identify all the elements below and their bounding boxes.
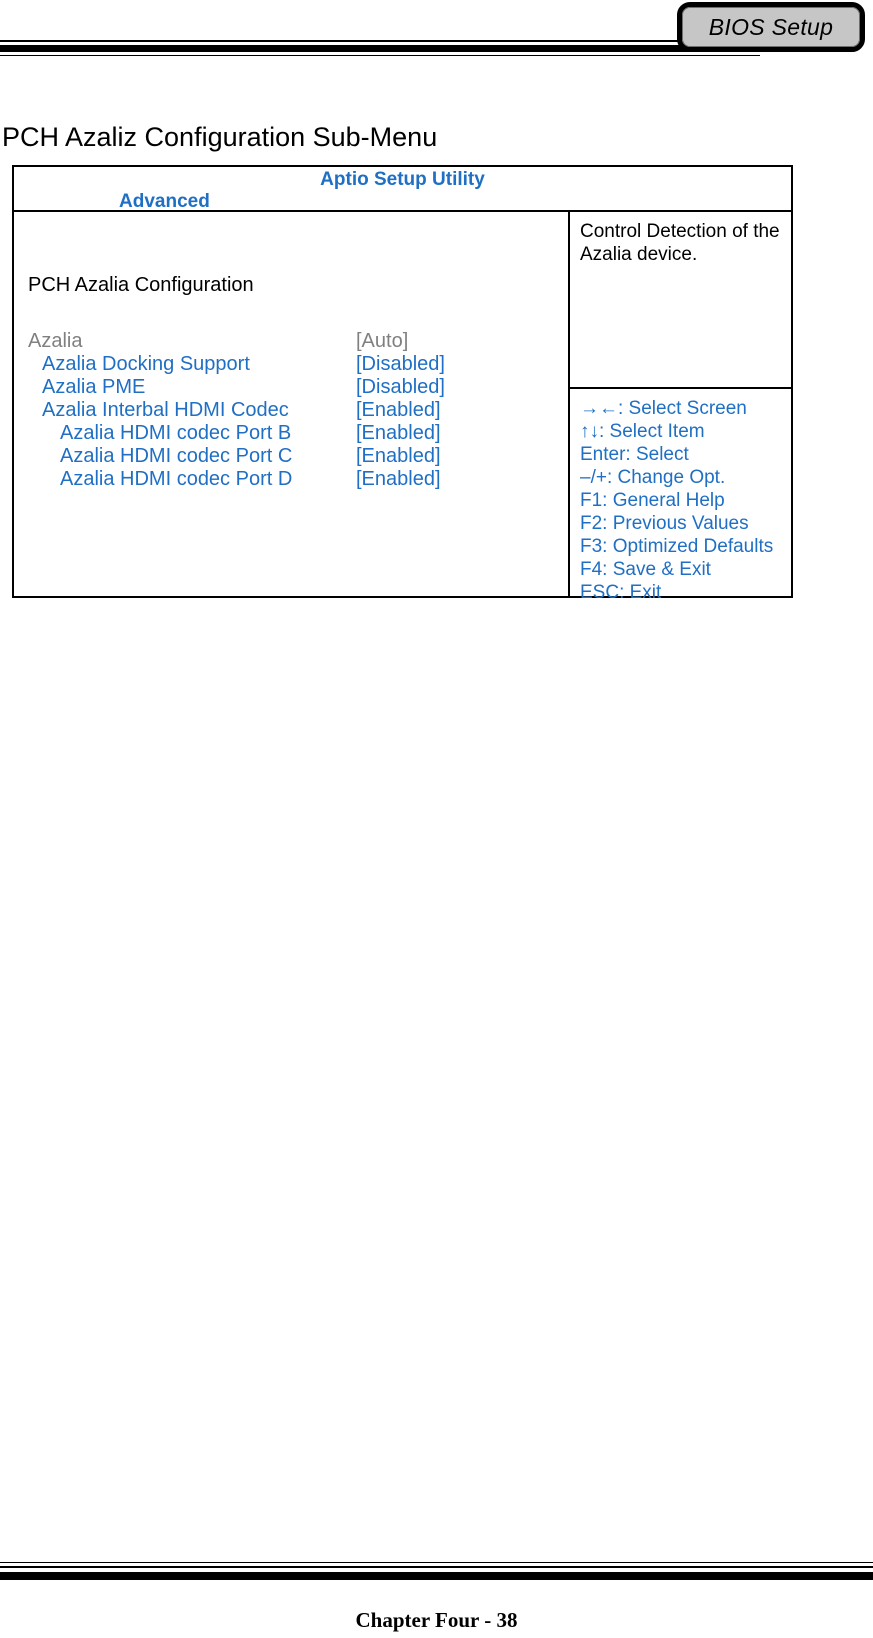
header-rule-top bbox=[0, 40, 760, 42]
help-text: Control Detection of the Azalia device. bbox=[580, 221, 780, 265]
tab-advanced[interactable]: Advanced bbox=[119, 191, 210, 213]
bios-setting-value[interactable]: [Enabled] bbox=[356, 468, 441, 491]
bios-setting-value[interactable]: [Auto] bbox=[356, 330, 408, 353]
bios-setting-label: Azalia Interbal HDMI Codec bbox=[42, 399, 289, 421]
bios-setting-row[interactable]: Azalia HDMI codec Port B [Enabled] bbox=[14, 422, 570, 445]
bios-setting-value[interactable]: [Disabled] bbox=[356, 376, 445, 399]
page-footer: Chapter Four - 38 bbox=[0, 1548, 873, 1638]
bios-setting-value[interactable]: [Enabled] bbox=[356, 445, 441, 468]
bios-setup-badge: BIOS Setup bbox=[677, 2, 865, 52]
page-title: PCH Azaliz Configuration Sub-Menu bbox=[2, 122, 438, 152]
bios-setting-row[interactable]: Azalia Docking Support [Disabled] bbox=[14, 353, 570, 376]
bios-setting-value[interactable]: [Enabled] bbox=[356, 399, 441, 422]
bios-side-pane: Control Detection of the Azalia device. … bbox=[570, 212, 791, 603]
bios-utility-title: Aptio Setup Utility bbox=[320, 169, 485, 190]
bios-setup-badge-inner: BIOS Setup bbox=[682, 7, 860, 47]
bios-setting-label: Azalia HDMI codec Port D bbox=[60, 468, 293, 490]
bios-setting-row[interactable]: Azalia Interbal HDMI Codec [Enabled] bbox=[14, 399, 570, 422]
key-legend-line: F1: General Help bbox=[580, 490, 725, 511]
footer-rule-thin bbox=[0, 1566, 873, 1568]
bios-setting-value[interactable]: [Disabled] bbox=[356, 353, 445, 376]
bios-setting-label: Azalia Docking Support bbox=[42, 353, 250, 375]
footer-rule-hairline bbox=[0, 1562, 873, 1563]
section-heading: PCH Azalia Configuration bbox=[28, 274, 254, 296]
bios-setting-row[interactable]: Azalia HDMI codec Port C [Enabled] bbox=[14, 445, 570, 468]
bios-setup-badge-label: BIOS Setup bbox=[708, 13, 834, 40]
bios-setting-label: Azalia bbox=[28, 330, 83, 352]
bios-setting-row[interactable]: Azalia HDMI codec Port D [Enabled] bbox=[14, 468, 570, 491]
bios-setting-value[interactable]: [Enabled] bbox=[356, 422, 441, 445]
header-rule-thick bbox=[0, 45, 760, 52]
bios-setting-label: Azalia HDMI codec Port C bbox=[60, 445, 293, 467]
key-legend-line: Enter: Select bbox=[580, 444, 689, 465]
bios-setup-screen: Aptio Setup Utility Advanced PCH Azalia … bbox=[12, 165, 793, 603]
bios-body: PCH Azalia Configuration Azalia [Auto] Aza… bbox=[14, 212, 791, 603]
header-rule-hairline bbox=[0, 55, 760, 56]
key-legend-line: ESC: Exit bbox=[580, 582, 662, 603]
bios-settings-list: Azalia [Auto] Azalia Docking Support [Disab… bbox=[14, 330, 570, 491]
bios-title-row: Aptio Setup Utility Advanced bbox=[14, 167, 791, 212]
key-legend-line: ↑↓: Select Item bbox=[580, 421, 705, 442]
key-legend-panel: →←: Select Screen ↑↓: Select Item Enter: S… bbox=[570, 389, 791, 604]
bios-settings-pane: PCH Azalia Configuration Azalia [Auto] Aza… bbox=[14, 212, 570, 596]
key-legend-line: F2: Previous Values bbox=[580, 513, 749, 534]
key-legend-line: –/+: Change Opt. bbox=[580, 467, 726, 488]
key-legend-line: →←: Select Screen bbox=[580, 398, 747, 419]
key-legend-line: F3: Optimized Defaults bbox=[580, 536, 774, 557]
bios-setting-row[interactable]: Azalia [Auto] bbox=[14, 330, 570, 353]
bios-setting-label: Azalia PME bbox=[42, 376, 146, 398]
footer-chapter-label: Chapter Four - 38 bbox=[355, 1608, 518, 1632]
help-panel: Control Detection of the Azalia device. bbox=[570, 212, 791, 389]
key-legend-line: F4: Save & Exit bbox=[580, 559, 711, 580]
bios-setting-row[interactable]: Azalia PME [Disabled] bbox=[14, 376, 570, 399]
bios-setting-label: Azalia HDMI codec Port B bbox=[60, 422, 292, 444]
footer-rule-thick bbox=[0, 1572, 873, 1580]
page-header: BIOS Setup bbox=[0, 0, 873, 72]
